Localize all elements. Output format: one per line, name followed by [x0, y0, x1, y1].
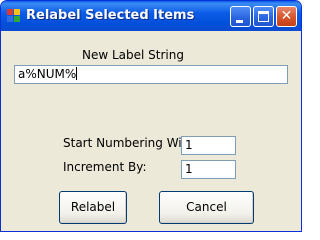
increment-by-input[interactable]: 1: [181, 160, 236, 179]
text-caret: [76, 67, 78, 80]
minimize-button[interactable]: [230, 6, 251, 27]
app-icon: [7, 9, 21, 23]
increment-by-label: Increment By:: [63, 160, 147, 174]
relabel-button[interactable]: Relabel: [59, 191, 127, 224]
cancel-button[interactable]: Cancel: [159, 191, 254, 224]
start-numbering-input[interactable]: 1: [181, 136, 236, 155]
minimize-icon: [236, 20, 243, 23]
close-button[interactable]: ✕: [276, 6, 297, 27]
maximize-icon: [258, 11, 269, 22]
maximize-button[interactable]: [253, 6, 274, 27]
label-string-value: a%NUM%: [18, 67, 77, 81]
new-label-string-heading: New Label String: [82, 48, 184, 62]
close-icon: ✕: [280, 8, 293, 24]
dialog-window: Relabel Selected Items ✕ New Label Strin…: [0, 0, 302, 232]
start-numbering-label: Start Numbering With:: [63, 136, 198, 150]
label-string-input[interactable]: a%NUM%: [14, 65, 288, 84]
window-title: Relabel Selected Items: [26, 8, 195, 23]
title-bar[interactable]: Relabel Selected Items ✕: [1, 1, 301, 31]
